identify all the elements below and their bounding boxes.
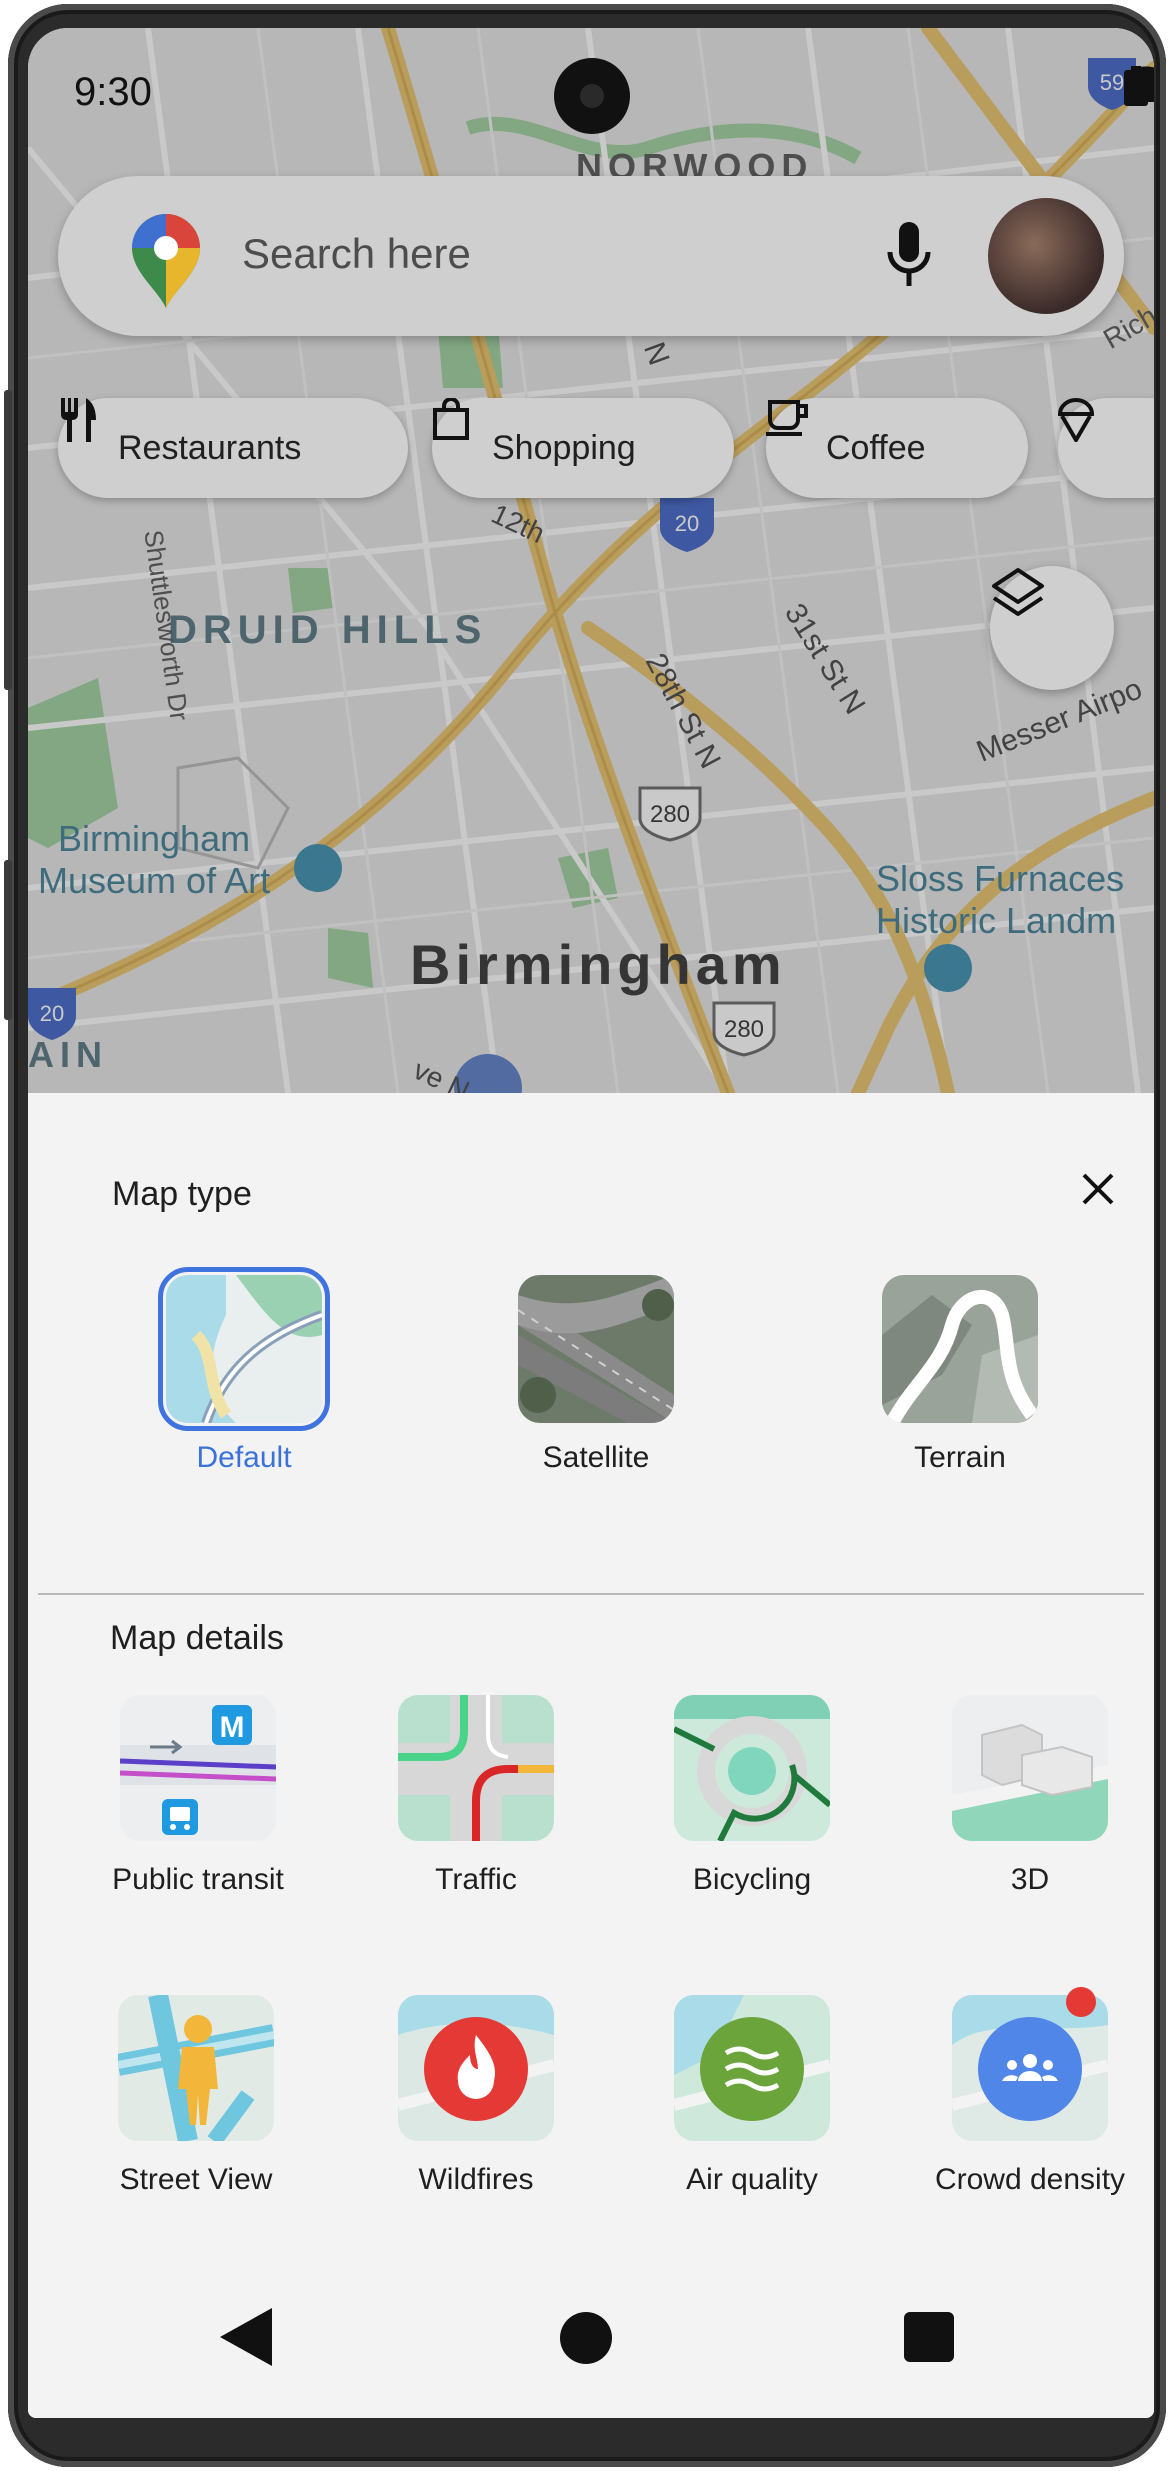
power-button bbox=[4, 860, 12, 1020]
air-quality-thumbnail bbox=[674, 1995, 830, 2141]
chip-shopping[interactable]: Shopping bbox=[432, 398, 734, 498]
public-transit-thumbnail: M bbox=[120, 1695, 276, 1841]
detail-label: 3D bbox=[1010, 1863, 1050, 1896]
back-icon[interactable] bbox=[220, 2308, 274, 2366]
recents-button[interactable] bbox=[904, 2312, 954, 2362]
detail-wildfires[interactable]: Wildfires bbox=[346, 1995, 606, 2197]
chip-coffee[interactable]: Coffee bbox=[766, 398, 1028, 498]
detail-3d[interactable]: 3D bbox=[900, 1695, 1154, 1897]
battery-icon bbox=[1124, 66, 1148, 106]
layers-button[interactable] bbox=[990, 566, 1114, 690]
map-type-label: Satellite bbox=[542, 1441, 650, 1474]
detail-label: Air quality bbox=[686, 2163, 818, 2196]
detail-label: Bicycling bbox=[692, 1863, 812, 1896]
detail-label: Wildfires bbox=[418, 2163, 534, 2196]
front-camera bbox=[554, 58, 630, 134]
map-type-title: Map type bbox=[112, 1175, 252, 1213]
notification-dot bbox=[1066, 1987, 1096, 2017]
chip-restaurants[interactable]: Restaurants bbox=[58, 398, 408, 498]
maps-logo-icon bbox=[132, 214, 200, 308]
section-divider bbox=[38, 1593, 1144, 1595]
map-type-terrain[interactable]: Terrain bbox=[860, 1275, 1060, 1475]
microphone-icon[interactable] bbox=[886, 222, 932, 288]
detail-bicycling[interactable]: Bicycling bbox=[622, 1695, 882, 1897]
map-type-default[interactable]: Default bbox=[144, 1267, 344, 1475]
chip-ice-cream[interactable] bbox=[1058, 398, 1154, 498]
detail-street-view[interactable]: Street View bbox=[66, 1995, 326, 2197]
search-bar[interactable]: Search here bbox=[58, 176, 1124, 336]
detail-label: Street View bbox=[119, 2163, 273, 2196]
map-layers-sheet: Map type Default Satellite Terrain Map d… bbox=[28, 1093, 1154, 2418]
map-details-title: Map details bbox=[110, 1619, 284, 1657]
satellite-map-thumbnail bbox=[518, 1275, 674, 1423]
search-input[interactable]: Search here bbox=[242, 230, 471, 278]
traffic-thumbnail bbox=[398, 1695, 554, 1841]
detail-public-transit[interactable]: M Public transit bbox=[68, 1695, 328, 1897]
chip-label: Shopping bbox=[492, 428, 636, 467]
system-nav-bar bbox=[28, 2268, 1154, 2418]
volume-button bbox=[4, 390, 12, 690]
status-time: 9:30 bbox=[74, 70, 152, 114]
detail-crowd-density[interactable]: Crowd density bbox=[900, 1987, 1154, 2197]
street-view-thumbnail bbox=[118, 1995, 274, 2141]
wildfires-thumbnail bbox=[398, 1995, 554, 2141]
terrain-map-thumbnail bbox=[882, 1275, 1038, 1423]
map-type-satellite[interactable]: Satellite bbox=[496, 1275, 696, 1475]
layers-icon bbox=[992, 568, 1044, 616]
detail-label: Crowd density bbox=[934, 2163, 1126, 2196]
3d-thumbnail bbox=[952, 1695, 1108, 1841]
detail-label: Traffic bbox=[435, 1863, 517, 1896]
default-map-thumbnail bbox=[158, 1267, 330, 1431]
account-avatar[interactable] bbox=[988, 198, 1104, 314]
bicycling-thumbnail bbox=[674, 1695, 830, 1841]
detail-traffic[interactable]: Traffic bbox=[346, 1695, 606, 1897]
chip-label: Restaurants bbox=[118, 428, 302, 467]
map-type-label: Terrain bbox=[914, 1441, 1006, 1474]
detail-label: Public transit bbox=[112, 1863, 284, 1896]
chip-label: Coffee bbox=[826, 428, 926, 467]
metro-badge: M bbox=[220, 1711, 245, 1744]
home-button[interactable] bbox=[560, 2312, 612, 2364]
detail-air-quality[interactable]: Air quality bbox=[622, 1995, 882, 2197]
map-view[interactable]: 20 20 59 280 280 NORWOOD DRUID HILLS Shu… bbox=[28, 28, 1154, 1093]
close-button[interactable] bbox=[1068, 1159, 1128, 1219]
screen: 20 20 59 280 280 NORWOOD DRUID HILLS Shu… bbox=[28, 28, 1154, 2418]
map-type-label: Default bbox=[196, 1441, 292, 1474]
close-icon bbox=[1082, 1173, 1114, 1205]
